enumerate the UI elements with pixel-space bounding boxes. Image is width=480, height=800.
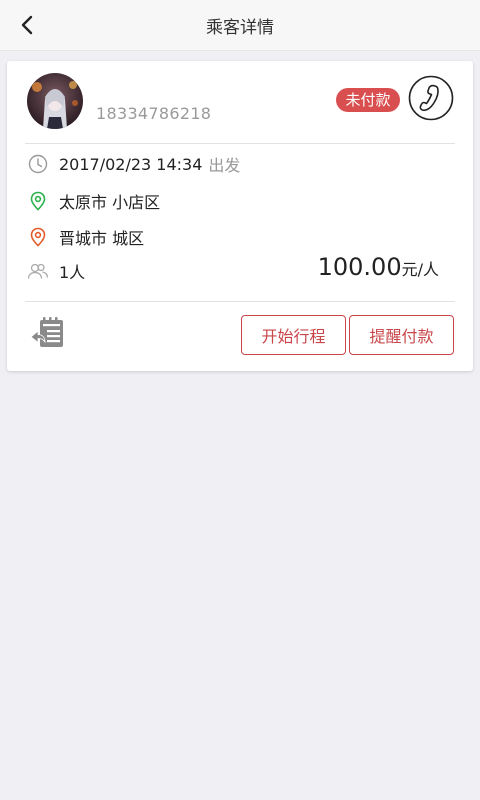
- destination-location: 晋城市 城区: [59, 229, 145, 248]
- destination-row: 晋城市 城区: [27, 225, 144, 249]
- location-pin-icon: [27, 226, 49, 248]
- divider: [25, 143, 455, 144]
- page-title: 乘客详情: [206, 18, 274, 38]
- start-trip-button[interactable]: 开始行程: [241, 315, 346, 355]
- avatar-image: [27, 73, 83, 129]
- seats-row: 1人: [27, 259, 85, 283]
- calendar-return-icon: [30, 317, 63, 347]
- clock-icon: [27, 153, 49, 175]
- price-unit: 元/人: [401, 260, 439, 279]
- avatar[interactable]: [27, 73, 83, 129]
- passenger-card: 18334786218 未付款 2017/02/23 14:34 出发 太原市 …: [7, 61, 473, 371]
- location-pin-icon: [27, 190, 49, 212]
- phone-icon: [408, 75, 454, 121]
- payment-status-badge: 未付款: [336, 88, 400, 112]
- call-button[interactable]: [408, 75, 454, 121]
- remind-payment-button[interactable]: 提醒付款: [349, 315, 454, 355]
- calendar-return-button[interactable]: [29, 315, 67, 353]
- top-nav-bar: 乘客详情: [0, 0, 480, 51]
- price-amount: 100.00: [317, 253, 402, 281]
- seat-count: 1人: [59, 263, 86, 282]
- divider: [25, 301, 455, 302]
- people-icon: [27, 260, 49, 282]
- departure-time: 2017/02/23 14:34: [59, 154, 203, 174]
- departure-suffix: 出发: [208, 156, 241, 175]
- origin-row: 太原市 小店区: [27, 189, 160, 213]
- phone-number: 18334786218: [96, 104, 212, 123]
- price: 100.00元/人: [318, 253, 439, 281]
- origin-location: 太原市 小店区: [59, 193, 161, 212]
- departure-time-row: 2017/02/23 14:34 出发: [27, 152, 240, 176]
